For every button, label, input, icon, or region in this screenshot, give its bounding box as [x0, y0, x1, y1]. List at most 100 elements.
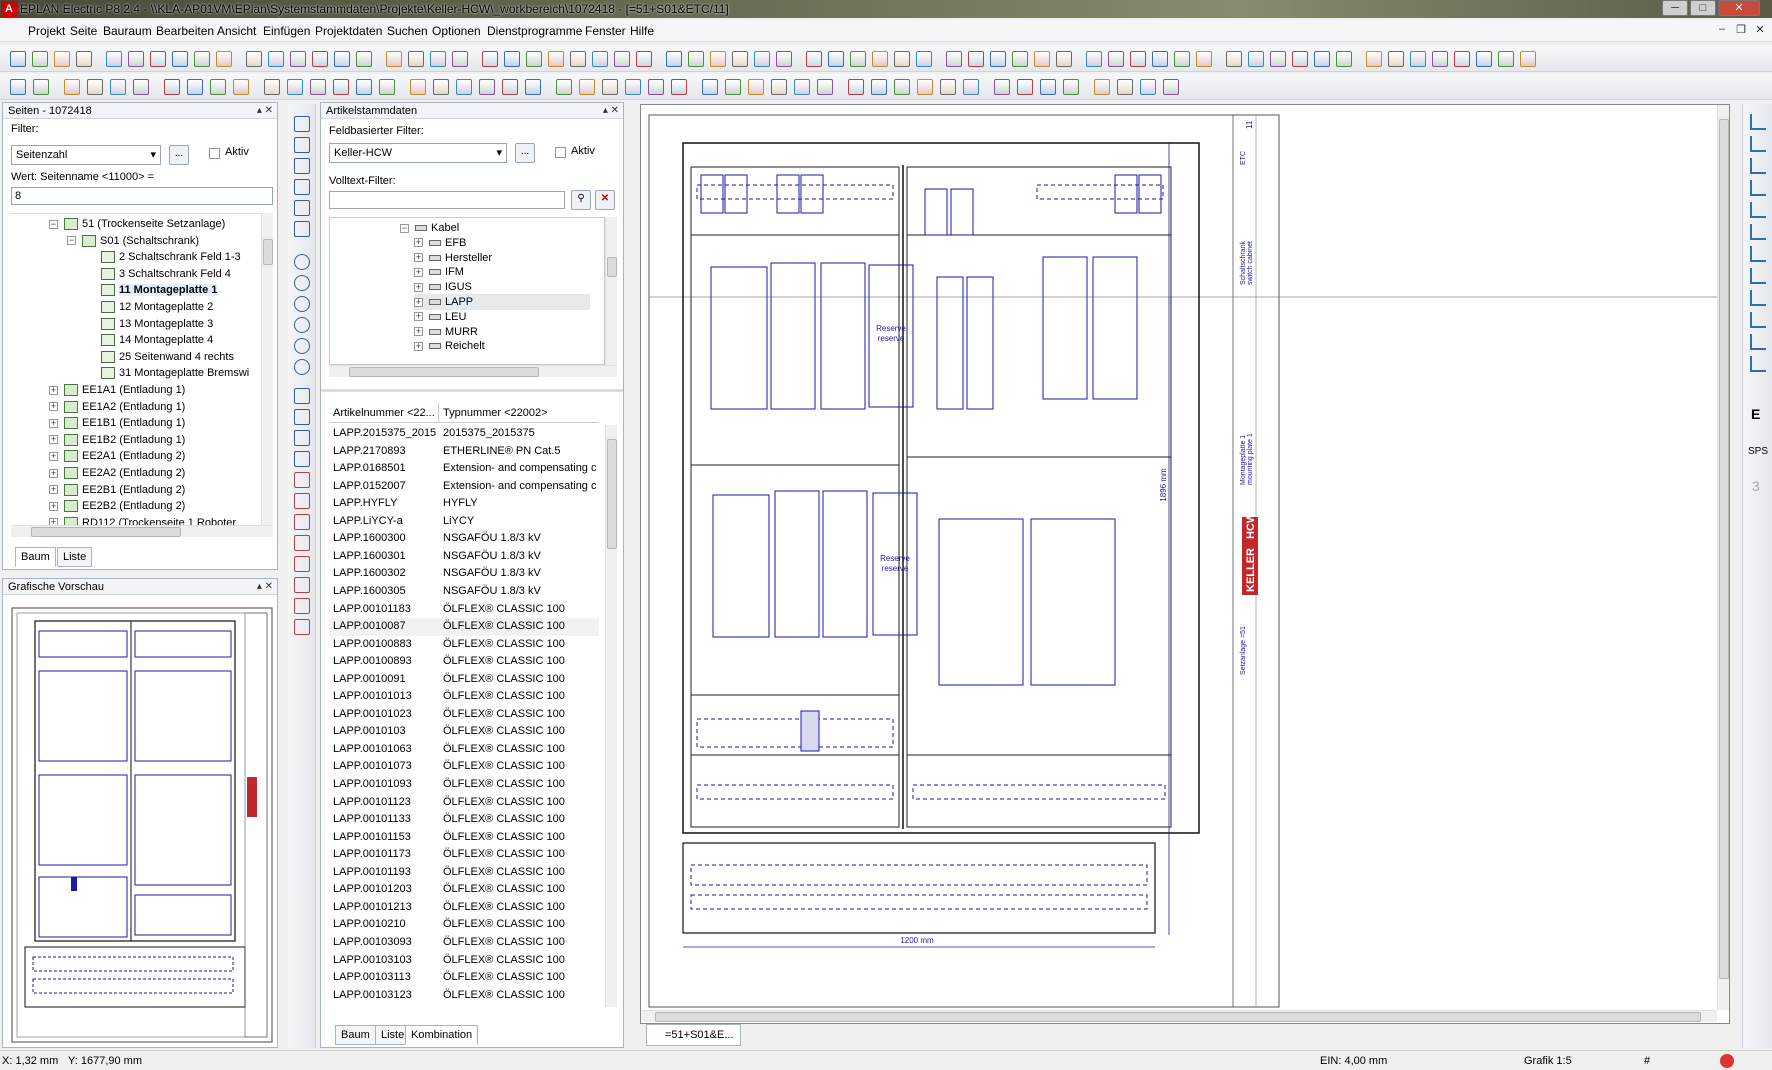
- fulltext-input[interactable]: [329, 191, 565, 209]
- table-row[interactable]: LAPP.1600302 NSGAFÖU 1.8/3 kV: [329, 565, 599, 583]
- table-row[interactable]: LAPP.00103103 ÖLFLEX® CLASSIC 100: [329, 952, 599, 970]
- expand-icon[interactable]: +: [49, 402, 58, 412]
- draw-tool-icon[interactable]: [294, 493, 310, 509]
- toolbar-button-icon[interactable]: [1034, 51, 1050, 67]
- expand-icon[interactable]: +: [49, 518, 58, 525]
- draw-tool-icon[interactable]: [294, 200, 310, 216]
- table-row[interactable]: LAPP.0168501 Extension- and compensating …: [329, 460, 599, 478]
- collapse-icon[interactable]: −: [67, 236, 76, 246]
- structure-tree-item[interactable]: + EE1B1 (Entladung 1): [49, 415, 185, 431]
- toolbar-button-icon[interactable]: [54, 51, 70, 67]
- wert-input[interactable]: 8: [11, 187, 273, 205]
- toolbar-button-icon[interactable]: [776, 51, 792, 67]
- toolbar-button-icon[interactable]: [625, 79, 641, 95]
- structure-tree-item[interactable]: + EE1A1 (Entladung 1): [49, 382, 185, 398]
- draw-tool-icon[interactable]: [294, 409, 310, 425]
- toolbar-button-icon[interactable]: [1040, 79, 1056, 95]
- toolbar-button-icon[interactable]: [525, 79, 541, 95]
- collapse-icon[interactable]: −: [400, 223, 409, 233]
- toolbar-button-icon[interactable]: [133, 79, 149, 95]
- toolbar-button-icon[interactable]: [748, 79, 764, 95]
- page-tree-item[interactable]: 13 Montageplatte 3: [101, 316, 213, 332]
- toolbar-button-icon[interactable]: [1056, 51, 1072, 67]
- draw-tool-icon[interactable]: [294, 137, 310, 153]
- toolbar-button-icon[interactable]: [850, 51, 866, 67]
- pages-tree-vscroll[interactable]: [261, 213, 273, 525]
- toolbar-button-icon[interactable]: [916, 51, 932, 67]
- toolbar-button-icon[interactable]: [210, 79, 226, 95]
- canvas-hscroll[interactable]: [641, 1010, 1717, 1022]
- table-row[interactable]: LAPP.00101133 ÖLFLEX® CLASSIC 100: [329, 811, 599, 829]
- toolbar-button-icon[interactable]: [76, 51, 92, 67]
- table-row[interactable]: LAPP.00101013 ÖLFLEX® CLASSIC 100: [329, 688, 599, 706]
- structure-tree-item[interactable]: − S01 (Schaltschrank): [67, 233, 199, 249]
- draw-tool-icon[interactable]: [294, 254, 310, 270]
- toolbar-button-icon[interactable]: [356, 51, 372, 67]
- toolbar-button-icon[interactable]: [479, 79, 495, 95]
- table-row[interactable]: LAPP.HYFLY HYFLY: [329, 495, 599, 513]
- toolbar-button-icon[interactable]: [671, 79, 687, 95]
- toolbar-button-icon[interactable]: [310, 79, 326, 95]
- page-tree-item[interactable]: 14 Montageplatte 4: [101, 332, 213, 348]
- toolbar-button-icon[interactable]: [940, 79, 956, 95]
- canvas-vscroll[interactable]: [1717, 105, 1729, 1010]
- collapse-icon[interactable]: −: [49, 219, 58, 229]
- toolbar-button-icon[interactable]: [1108, 51, 1124, 67]
- expand-icon[interactable]: +: [414, 327, 423, 337]
- toolbar-button-icon[interactable]: [990, 51, 1006, 67]
- toolbar-button-icon[interactable]: [10, 51, 26, 67]
- expand-icon[interactable]: +: [49, 451, 58, 461]
- expand-icon[interactable]: +: [414, 253, 423, 263]
- toolbar-button-icon[interactable]: [172, 51, 188, 67]
- toolbar-button-icon[interactable]: [32, 51, 48, 67]
- field-filter-more-button[interactable]: ...: [515, 143, 535, 163]
- parts-tree-item[interactable]: + LEU: [414, 309, 590, 325]
- table-row[interactable]: LAPP.2015375_2015... 2015375_2015375: [329, 425, 599, 443]
- toolbar-button-icon[interactable]: [408, 51, 424, 67]
- table-row[interactable]: LAPP.00100883 ÖLFLEX® CLASSIC 100: [329, 636, 599, 654]
- toolbar-button-icon[interactable]: [233, 79, 249, 95]
- toolbar-button-icon[interactable]: [1476, 51, 1492, 67]
- sps-button[interactable]: SPS: [1748, 446, 1768, 457]
- menu-ansicht[interactable]: Ansicht: [217, 24, 256, 38]
- error-icon[interactable]: [1720, 1054, 1734, 1068]
- table-row[interactable]: LAPP.00103113 ÖLFLEX® CLASSIC 100: [329, 969, 599, 987]
- symbol-tool-icon[interactable]: [1750, 334, 1766, 350]
- toolbar-button-icon[interactable]: [894, 51, 910, 67]
- filter-select[interactable]: Seitenzahl: [11, 145, 161, 165]
- toolbar-button-icon[interactable]: [871, 79, 887, 95]
- toolbar-button-icon[interactable]: [872, 51, 888, 67]
- table-row[interactable]: LAPP.00101193 ÖLFLEX® CLASSIC 100: [329, 864, 599, 882]
- draw-tool-icon[interactable]: [294, 430, 310, 446]
- splitter[interactable]: [321, 389, 623, 392]
- toolbar-button-icon[interactable]: [710, 51, 726, 67]
- page-tree-item[interactable]: 12 Montageplatte 2: [101, 299, 213, 315]
- toolbar-button-icon[interactable]: [946, 51, 962, 67]
- parts-tree-hscroll[interactable]: [329, 365, 617, 377]
- table-row[interactable]: LAPP.00101093 ÖLFLEX® CLASSIC 100: [329, 776, 599, 794]
- parts-aktiv-checkbox[interactable]: [555, 147, 566, 158]
- expand-icon[interactable]: +: [414, 312, 423, 322]
- menu-bauraum[interactable]: Bauraum: [103, 24, 152, 38]
- toolbar-button-icon[interactable]: [526, 51, 542, 67]
- binoculars-search-button[interactable]: ⚲: [571, 190, 591, 210]
- toolbar-button-icon[interactable]: [1086, 51, 1102, 67]
- toolbar-button-icon[interactable]: [287, 79, 303, 95]
- symbol-tool-icon[interactable]: [1750, 158, 1766, 174]
- aktiv-checkbox[interactable]: [209, 148, 220, 159]
- toolbar-button-icon[interactable]: [1196, 51, 1212, 67]
- draw-tool-icon[interactable]: [294, 296, 310, 312]
- pages-tree-hscroll[interactable]: [11, 525, 273, 537]
- draw-tool-icon[interactable]: [294, 535, 310, 551]
- toolbar-button-icon[interactable]: [817, 79, 833, 95]
- structure-tree-item[interactable]: + EE1A2 (Entladung 1): [49, 399, 185, 415]
- toolbar-button-icon[interactable]: [702, 79, 718, 95]
- toolbar-button-icon[interactable]: [430, 51, 446, 67]
- toolbar-button-icon[interactable]: [456, 79, 472, 95]
- toolbar-button-icon[interactable]: [968, 51, 984, 67]
- toolbar-button-icon[interactable]: [1248, 51, 1264, 67]
- structure-tree-item[interactable]: + RD112 (Trockenseite 1 Roboter: [49, 515, 236, 525]
- draw-tool-icon[interactable]: [294, 388, 310, 404]
- page-tree-item[interactable]: 31 Montageplatte Bremswi: [101, 365, 249, 381]
- parts-tree-item[interactable]: + Hersteller: [414, 250, 590, 266]
